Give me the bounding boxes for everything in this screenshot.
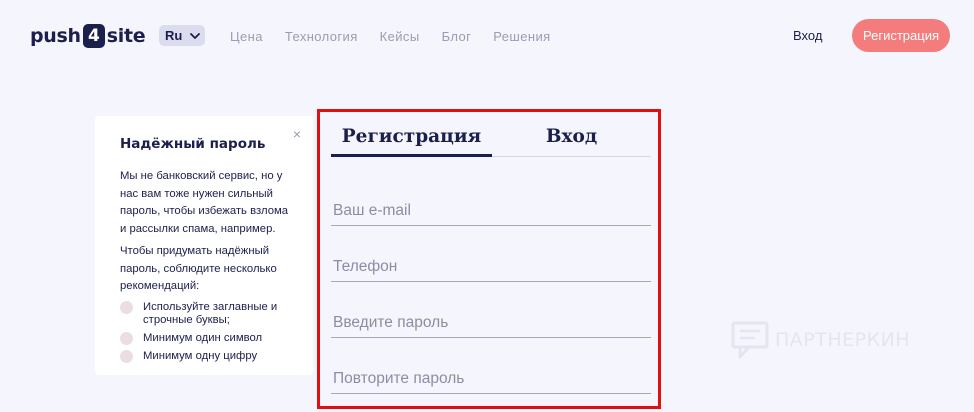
- form-tabs: Регистрация Вход: [331, 112, 651, 157]
- header-login-link[interactable]: Вход: [793, 28, 822, 43]
- bullet-dot-icon: [120, 300, 133, 314]
- bullet-dot-icon: [120, 331, 133, 345]
- password-field[interactable]: [331, 308, 651, 338]
- hint-rule-text: Минимум одну цифру: [143, 349, 258, 362]
- nav-link-price[interactable]: Цена: [230, 29, 263, 44]
- phone-field[interactable]: [331, 252, 651, 282]
- hint-rule-text: Используйте заглавные и строчные буквы;: [143, 300, 278, 326]
- nav-link-blog[interactable]: Блог: [442, 29, 472, 44]
- hint-rule-item: Используйте заглавные и строчные буквы;: [120, 300, 293, 327]
- registration-form: Регистрация Вход: [317, 109, 661, 409]
- email-field[interactable]: [331, 196, 651, 226]
- hint-rule-text: Минимум один символ: [143, 331, 263, 344]
- hint-title: Надёжный пароль: [120, 136, 266, 152]
- nav-link-technology[interactable]: Технология: [285, 29, 358, 44]
- bullet-dot-icon: [120, 349, 133, 363]
- header-register-button[interactable]: Регистрация: [852, 19, 950, 52]
- password-hint-card: × Надёжный пароль Мы не банковский серви…: [95, 116, 313, 375]
- hint-rules-list: Используйте заглавные и строчные буквы; …: [120, 300, 293, 363]
- logo[interactable]: push 4 site: [30, 24, 146, 48]
- nav-link-solutions[interactable]: Решения: [493, 29, 550, 44]
- chat-bubble-icon: [731, 321, 769, 359]
- tab-registration[interactable]: Регистрация: [331, 126, 492, 157]
- watermark: ПАРТНЕРКИН: [731, 320, 910, 360]
- hint-paragraph: Мы не банковский сервис, но у нас вам то…: [120, 170, 289, 235]
- logo-text-right: site: [106, 25, 146, 47]
- main-nav: Цена Технология Кейсы Блог Решения: [230, 29, 573, 44]
- hint-rule-item: Минимум один символ: [120, 331, 293, 345]
- logo-text-left: push: [30, 25, 81, 47]
- password-repeat-field[interactable]: [331, 364, 651, 394]
- hint-rule-item: Минимум одну цифру: [120, 349, 293, 363]
- nav-link-cases[interactable]: Кейсы: [380, 29, 420, 44]
- chevron-down-icon: [190, 32, 201, 39]
- language-value: Ru: [165, 28, 183, 43]
- site-header: push 4 site Ru Цена Технология Кейсы Бло…: [0, 0, 974, 74]
- tab-login[interactable]: Вход: [492, 126, 651, 147]
- watermark-text: ПАРТНЕРКИН: [775, 329, 911, 351]
- close-icon[interactable]: ×: [293, 126, 301, 142]
- language-selector[interactable]: Ru: [159, 25, 205, 46]
- logo-badge: 4: [82, 24, 105, 48]
- hint-paragraph: Чтобы придумать надёжный пароль, соблюди…: [120, 245, 277, 292]
